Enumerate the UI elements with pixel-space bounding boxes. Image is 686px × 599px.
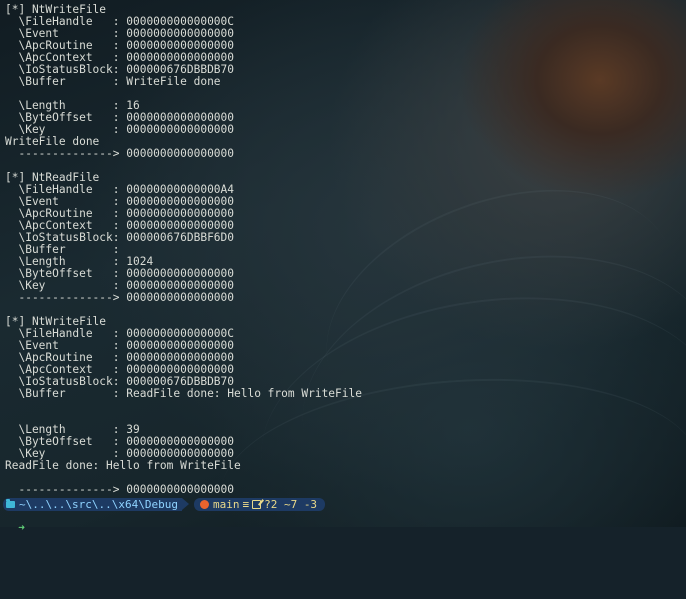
terminal-line: \Key : 0000000000000000: [5, 280, 235, 292]
prompt-path-segment: ~\..\..\src\..\x64\Debug: [3, 497, 182, 511]
terminal-line: \Buffer : ReadFile done: Hello from Writ…: [5, 388, 362, 400]
git-branch-name: main: [212, 497, 240, 511]
folder-icon: [6, 498, 15, 508]
terminal-line: \Key : 0000000000000000: [5, 124, 235, 136]
git-status: ?2 ~7 -3: [264, 497, 318, 511]
terminal-line: \Buffer : WriteFile done: [5, 76, 221, 88]
terminal-line: \IoStatusBlock: 000000676DBBDB70: [5, 376, 235, 388]
terminal-line: --------------> 0000000000000000: [5, 148, 235, 160]
terminal-line: ReadFile done: Hello from WriteFile: [5, 460, 241, 472]
edit-icon: [252, 499, 262, 509]
terminal-line: \ByteOffset : 0000000000000000: [5, 268, 235, 280]
terminal-line: \ByteOffset : 0000000000000000: [5, 112, 235, 124]
git-branch-icon: [199, 499, 209, 509]
terminal-line: \Length : 39: [5, 424, 140, 436]
terminal-line: \ApcContext : 0000000000000000: [5, 364, 235, 376]
terminal-line: \Length : 1024: [5, 256, 154, 268]
terminal-line: \FileHandle : 00000000000000A4: [5, 184, 235, 196]
terminal-output: [*] NtWriteFile \FileHandle : 0000000000…: [5, 4, 362, 496]
terminal-line: --------------> 0000000000000000: [5, 292, 235, 304]
prompt-cursor-icon: ➜: [18, 521, 25, 534]
terminal-line: \FileHandle : 000000000000000C: [5, 328, 235, 340]
terminal-line: \ApcContext : 0000000000000000: [5, 52, 235, 64]
terminal-line: \Event : 0000000000000000: [5, 340, 235, 352]
terminal-line: [*] NtWriteFile: [5, 4, 107, 16]
terminal-line: \ApcRoutine : 0000000000000000: [5, 208, 235, 220]
terminal-line: \FileHandle : 000000000000000C: [5, 16, 235, 28]
terminal-line: --------------> 0000000000000000: [5, 484, 235, 496]
terminal-line: \Buffer :: [5, 244, 120, 256]
terminal-line: \Key : 0000000000000000: [5, 448, 235, 460]
shell-prompt: ~\..\..\src\..\x64\Debug main ≡ ?2 ~7 -3: [3, 497, 326, 511]
terminal-line: WriteFile done: [5, 136, 100, 148]
prompt-separator: [181, 498, 189, 510]
command-input-line[interactable]: ➜: [5, 510, 25, 534]
terminal-line: \IoStatusBlock: 000000676DBBF6D0: [5, 232, 235, 244]
git-branch-sync: ≡: [242, 497, 250, 511]
terminal-line: \IoStatusBlock: 000000676DBBDB70: [5, 64, 235, 76]
terminal-line: \Event : 0000000000000000: [5, 196, 235, 208]
terminal-line: \Length : 16: [5, 100, 140, 112]
terminal-line: [*] NtWriteFile: [5, 316, 107, 328]
terminal-line: \ApcRoutine : 0000000000000000: [5, 352, 235, 364]
terminal-line: \ApcContext : 0000000000000000: [5, 220, 235, 232]
terminal-line: \ApcRoutine : 0000000000000000: [5, 40, 235, 52]
terminal-line: [*] NtReadFile: [5, 172, 100, 184]
terminal-line: \ByteOffset : 0000000000000000: [5, 436, 235, 448]
prompt-git-segment: main ≡ ?2 ~7 -3: [193, 497, 326, 511]
prompt-path: ~\..\..\src\..\x64\Debug: [19, 497, 178, 511]
terminal-line: \Event : 0000000000000000: [5, 28, 235, 40]
